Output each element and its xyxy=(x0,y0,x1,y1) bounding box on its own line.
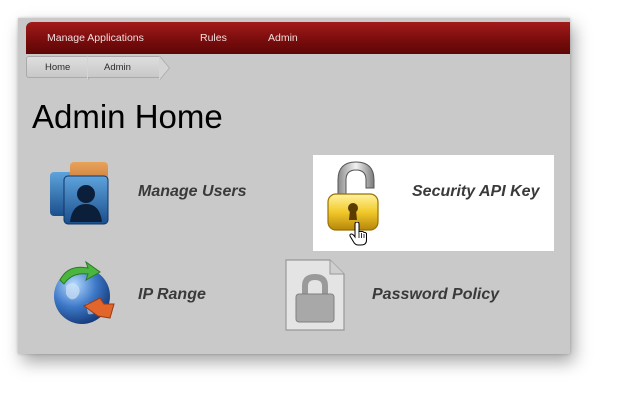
breadcrumb-end-arrow-fill xyxy=(159,56,169,80)
app-window: Manage Applications Rules Admin Home Adm… xyxy=(18,18,570,354)
top-navbar: Manage Applications Rules Admin xyxy=(26,22,570,54)
nav-rules[interactable]: Rules xyxy=(200,32,227,44)
globe-arrow-icon[interactable] xyxy=(48,258,118,333)
manage-users-link[interactable]: Manage Users xyxy=(138,183,247,201)
password-policy-link[interactable]: Password Policy xyxy=(372,286,499,304)
breadcrumb-admin[interactable]: Admin xyxy=(88,56,160,78)
breadcrumb-home[interactable]: Home xyxy=(26,56,88,78)
users-icon[interactable] xyxy=(48,160,122,231)
nav-admin[interactable]: Admin xyxy=(268,32,298,44)
password-lock-icon[interactable] xyxy=(284,258,346,337)
hand-cursor-icon xyxy=(349,221,369,251)
security-api-key-link[interactable]: Security API Key xyxy=(412,183,539,201)
breadcrumb: Home Admin xyxy=(26,54,226,80)
nav-manage-applications[interactable]: Manage Applications xyxy=(47,32,144,44)
ip-range-link[interactable]: IP Range xyxy=(138,286,206,304)
page-title: Admin Home xyxy=(32,98,223,135)
